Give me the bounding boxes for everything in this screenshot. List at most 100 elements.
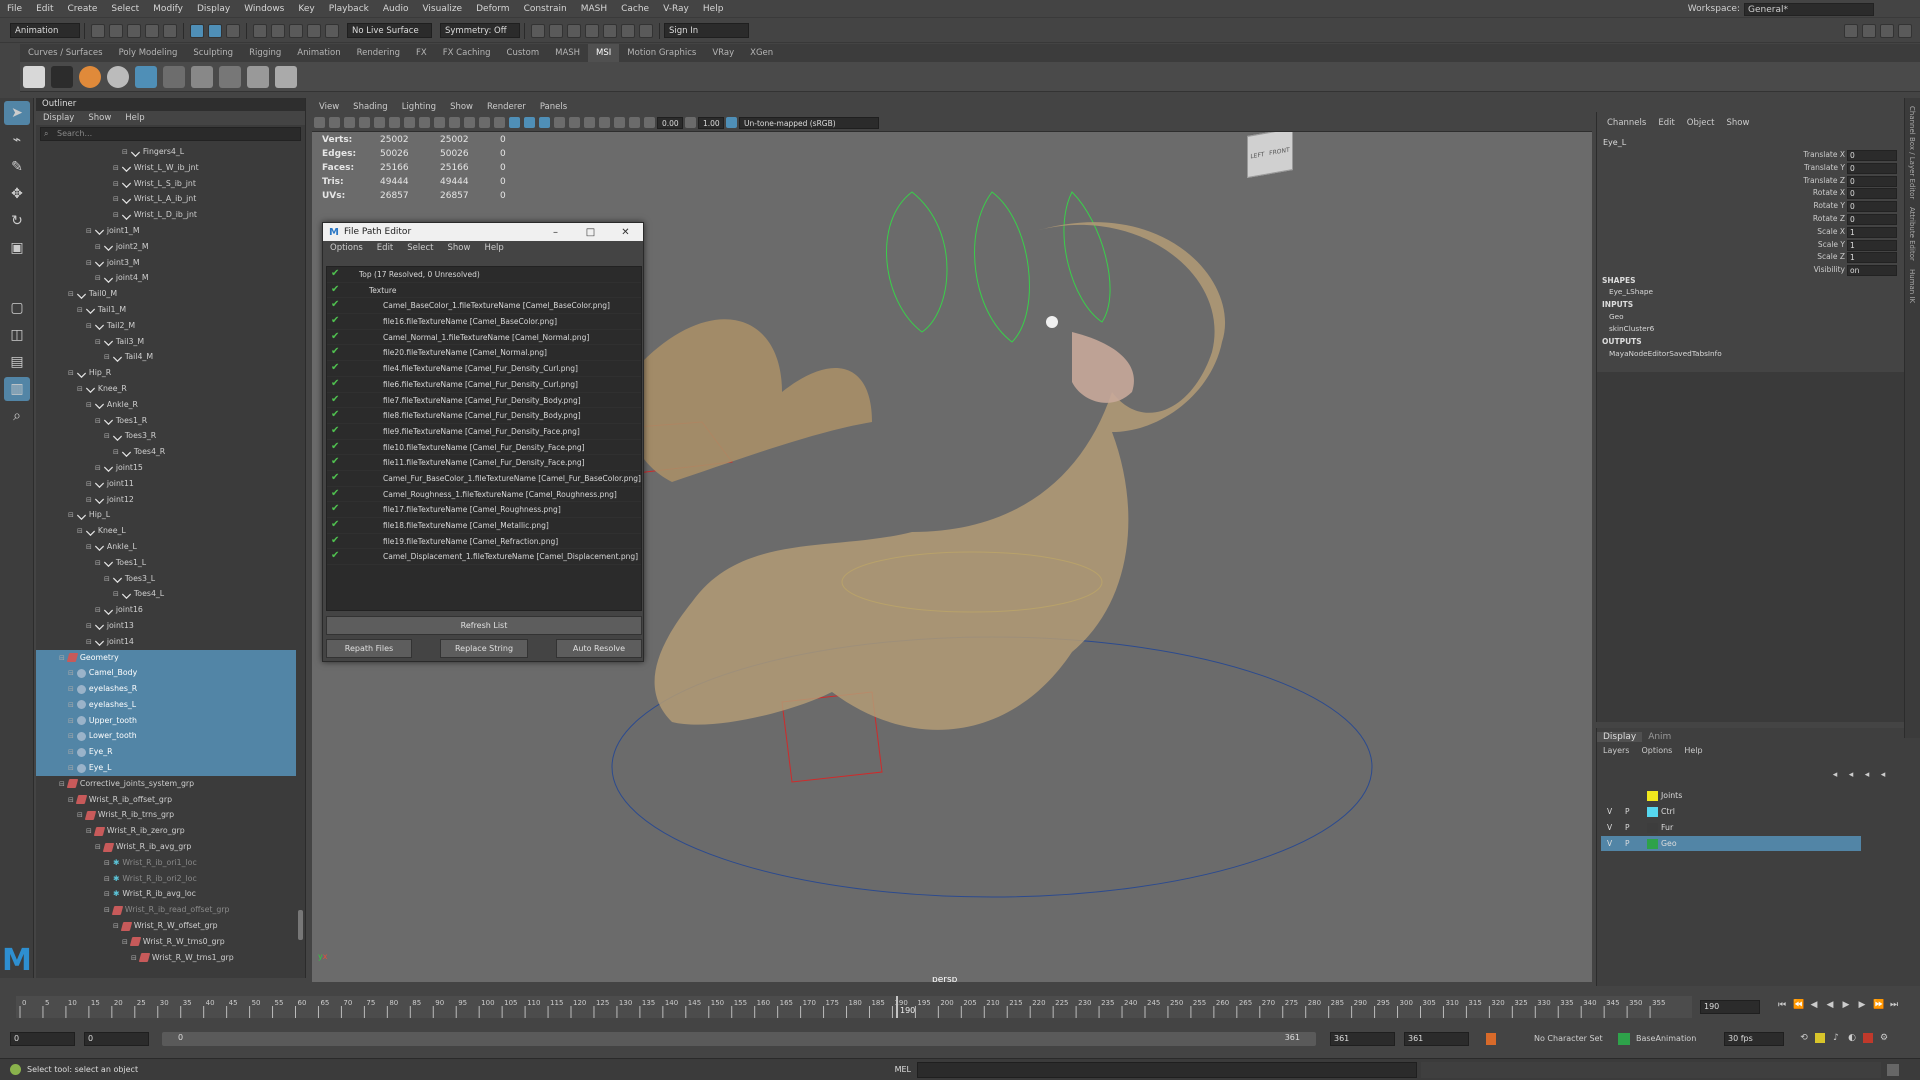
fpe-menu-help[interactable]: Help xyxy=(477,241,510,256)
live-surface-field[interactable]: No Live Surface xyxy=(347,23,432,38)
channel-attr-row[interactable]: Scale Y1 xyxy=(1737,239,1897,252)
channel-attr-row[interactable]: Rotate Z0 xyxy=(1737,214,1897,226)
fpe-file-row[interactable]: ✔ file10.fileTextureName [Camel_Fur_Densi… xyxy=(327,440,641,456)
cache-toggle-icon[interactable] xyxy=(1815,1033,1825,1043)
expand-toggle-icon[interactable]: ⊟ xyxy=(104,432,110,440)
image-plane-icon[interactable] xyxy=(359,117,370,128)
expand-toggle-icon[interactable]: ⊟ xyxy=(86,480,92,488)
menu-item-create[interactable]: Create xyxy=(61,0,105,18)
shelf-cp-icon[interactable] xyxy=(23,65,45,88)
shelf-tab-rigging[interactable]: Rigging xyxy=(241,44,289,62)
script-editor-icon[interactable] xyxy=(1887,1063,1899,1076)
play-backward-icon[interactable]: ◀ xyxy=(1825,1000,1835,1010)
snap-grid-icon[interactable] xyxy=(253,23,267,38)
auto-resolve-button[interactable]: Auto Resolve xyxy=(556,639,642,658)
snap-curve-icon[interactable] xyxy=(271,23,285,38)
outliner-item[interactable]: ⊟ Upper_tooth xyxy=(36,712,296,729)
shelf-tab-rendering[interactable]: Rendering xyxy=(349,44,408,62)
anim-prefs-icon[interactable]: ◐ xyxy=(1847,1033,1857,1043)
replace-string-button[interactable]: Replace String xyxy=(440,639,528,658)
gate-mask-icon[interactable] xyxy=(419,117,430,128)
outliner-item[interactable]: ⊟ Tail4_M xyxy=(36,349,296,365)
textured-icon[interactable] xyxy=(509,117,520,128)
menu-item-windows[interactable]: Windows xyxy=(237,0,291,18)
two-view-icon[interactable]: ◫ xyxy=(4,323,30,347)
save-scene-icon[interactable] xyxy=(127,23,141,38)
channel-attr-row[interactable]: Visibility on xyxy=(1737,265,1897,277)
scale-tool-icon[interactable]: ▣ xyxy=(4,236,30,260)
fpe-file-row[interactable]: ✔ file8.fileTextureName [Camel_Fur_Densit… xyxy=(327,408,641,424)
new-scene-icon[interactable] xyxy=(91,23,105,38)
output-node[interactable]: MayaNodeEditorSavedTabsInfo xyxy=(1609,349,1722,358)
menu-item-cache[interactable]: Cache xyxy=(614,0,656,18)
expand-toggle-icon[interactable]: ⊟ xyxy=(113,211,119,219)
channel-attr-value[interactable]: 0 xyxy=(1847,201,1897,213)
menu-item-display[interactable]: Display xyxy=(190,0,237,18)
outliner-item[interactable]: ⊟ Wrist_R_ib_read_offset_grp xyxy=(36,902,296,918)
expand-toggle-icon[interactable]: ⊟ xyxy=(68,511,74,519)
channel-attr-value[interactable]: 0 xyxy=(1847,175,1897,187)
outliner-item[interactable]: ⊟ Hip_L xyxy=(36,507,296,523)
channel-attr-row[interactable]: Rotate Y0 xyxy=(1737,201,1897,213)
expand-toggle-icon[interactable]: ⊟ xyxy=(95,338,101,346)
tab-display[interactable]: Display xyxy=(1597,732,1643,742)
grid-toggle-icon[interactable] xyxy=(374,117,385,128)
sign-in-button[interactable]: Sign In xyxy=(664,23,749,38)
symmetry-dropdown[interactable]: Symmetry: Off xyxy=(440,23,520,38)
step-back-key-icon[interactable]: ⏪ xyxy=(1793,1000,1804,1010)
render-settings-icon[interactable] xyxy=(585,23,599,38)
move-tool-icon[interactable]: ✥ xyxy=(4,182,30,206)
expand-toggle-icon[interactable]: ⊟ xyxy=(113,180,119,188)
menu-item-vray[interactable]: V-Ray xyxy=(656,0,696,18)
shelf-tab-custom[interactable]: Custom xyxy=(499,44,548,62)
layer-menu-help[interactable]: Help xyxy=(1678,746,1708,755)
shelf-tab-fx[interactable]: FX xyxy=(408,44,435,62)
outliner-item[interactable]: ⊟ Knee_L xyxy=(36,523,296,539)
fpe-file-row[interactable]: ✔ Camel_Roughness_1.fileTextureName [Came… xyxy=(327,487,641,503)
tab-anim[interactable]: Anim xyxy=(1642,732,1677,742)
shelf-grid-icon[interactable] xyxy=(135,65,157,88)
expand-toggle-icon[interactable]: ⊟ xyxy=(68,764,74,772)
step-back-frame-icon[interactable]: ◀ xyxy=(1809,1000,1819,1010)
outliner-scrollbar[interactable] xyxy=(298,910,303,940)
outliner-item[interactable]: ⊟ Toes1_L xyxy=(36,555,296,571)
expand-toggle-icon[interactable]: ⊟ xyxy=(104,875,110,883)
vray-pause-icon[interactable] xyxy=(639,23,653,38)
new-layer-selected-icon[interactable]: ◂ xyxy=(1878,770,1888,780)
expand-toggle-icon[interactable]: ⊟ xyxy=(68,669,74,677)
new-layer-icon[interactable]: ◂ xyxy=(1862,770,1872,780)
animation-start-field[interactable]: 0 xyxy=(10,1032,75,1046)
fpe-file-row[interactable]: ✔ file16.fileTextureName [Camel_BaseColor… xyxy=(327,314,641,330)
wireframe-on-shaded-icon[interactable] xyxy=(494,117,505,128)
menuset-dropdown[interactable]: Animation xyxy=(10,23,80,38)
outliner-item[interactable]: ⊟ joint2_M xyxy=(36,239,296,255)
exposure-field[interactable]: 0.00 xyxy=(657,116,683,129)
layer-row[interactable]: V P Geo xyxy=(1601,836,1861,851)
select-hierarchy-icon[interactable] xyxy=(190,23,204,38)
outliner-item[interactable]: ⊟ joint1_M xyxy=(36,223,296,239)
expand-toggle-icon[interactable]: ⊟ xyxy=(86,638,92,646)
close-icon[interactable]: ✕ xyxy=(608,227,643,238)
step-forward-key-icon[interactable]: ⏩ xyxy=(1873,1000,1884,1010)
select-object-icon[interactable] xyxy=(208,23,222,38)
go-to-start-icon[interactable]: ⏮ xyxy=(1777,1000,1787,1010)
expand-toggle-icon[interactable]: ⊟ xyxy=(104,575,110,583)
channel-attr-row[interactable]: Translate X0 xyxy=(1737,150,1897,162)
mel-command-input[interactable] xyxy=(917,1061,1417,1078)
time-ruler[interactable]: 0 5 10 15 20 25 30 35 40 45 50 55 60 65 70 75 80 85 90 95 10… xyxy=(16,996,1692,1018)
select-component-icon[interactable] xyxy=(226,23,240,38)
play-forward-icon[interactable]: ▶ xyxy=(1841,1000,1851,1010)
layer-color-swatch[interactable] xyxy=(1647,807,1658,817)
shelf-tab-msi[interactable]: MSI xyxy=(588,44,620,62)
sound-icon[interactable]: ♪ xyxy=(1831,1033,1841,1043)
channel-attr-row[interactable]: Translate Y0 xyxy=(1737,162,1897,175)
layer-menu-layers[interactable]: Layers xyxy=(1597,746,1635,755)
expand-toggle-icon[interactable]: ⊟ xyxy=(86,622,92,630)
tool-settings-icon[interactable] xyxy=(1880,23,1894,38)
menu-item-select[interactable]: Select xyxy=(104,0,146,18)
expand-toggle-icon[interactable]: ⊟ xyxy=(122,938,128,946)
menu-item-help[interactable]: Help xyxy=(696,0,731,18)
outliner-item[interactable]: ⊟ Wrist_L_A_ib_jnt xyxy=(36,191,296,207)
current-frame-field[interactable]: 190 xyxy=(1700,1000,1760,1014)
outliner-item[interactable]: ⊟ Wrist_L_W_ib_jnt xyxy=(36,160,296,176)
